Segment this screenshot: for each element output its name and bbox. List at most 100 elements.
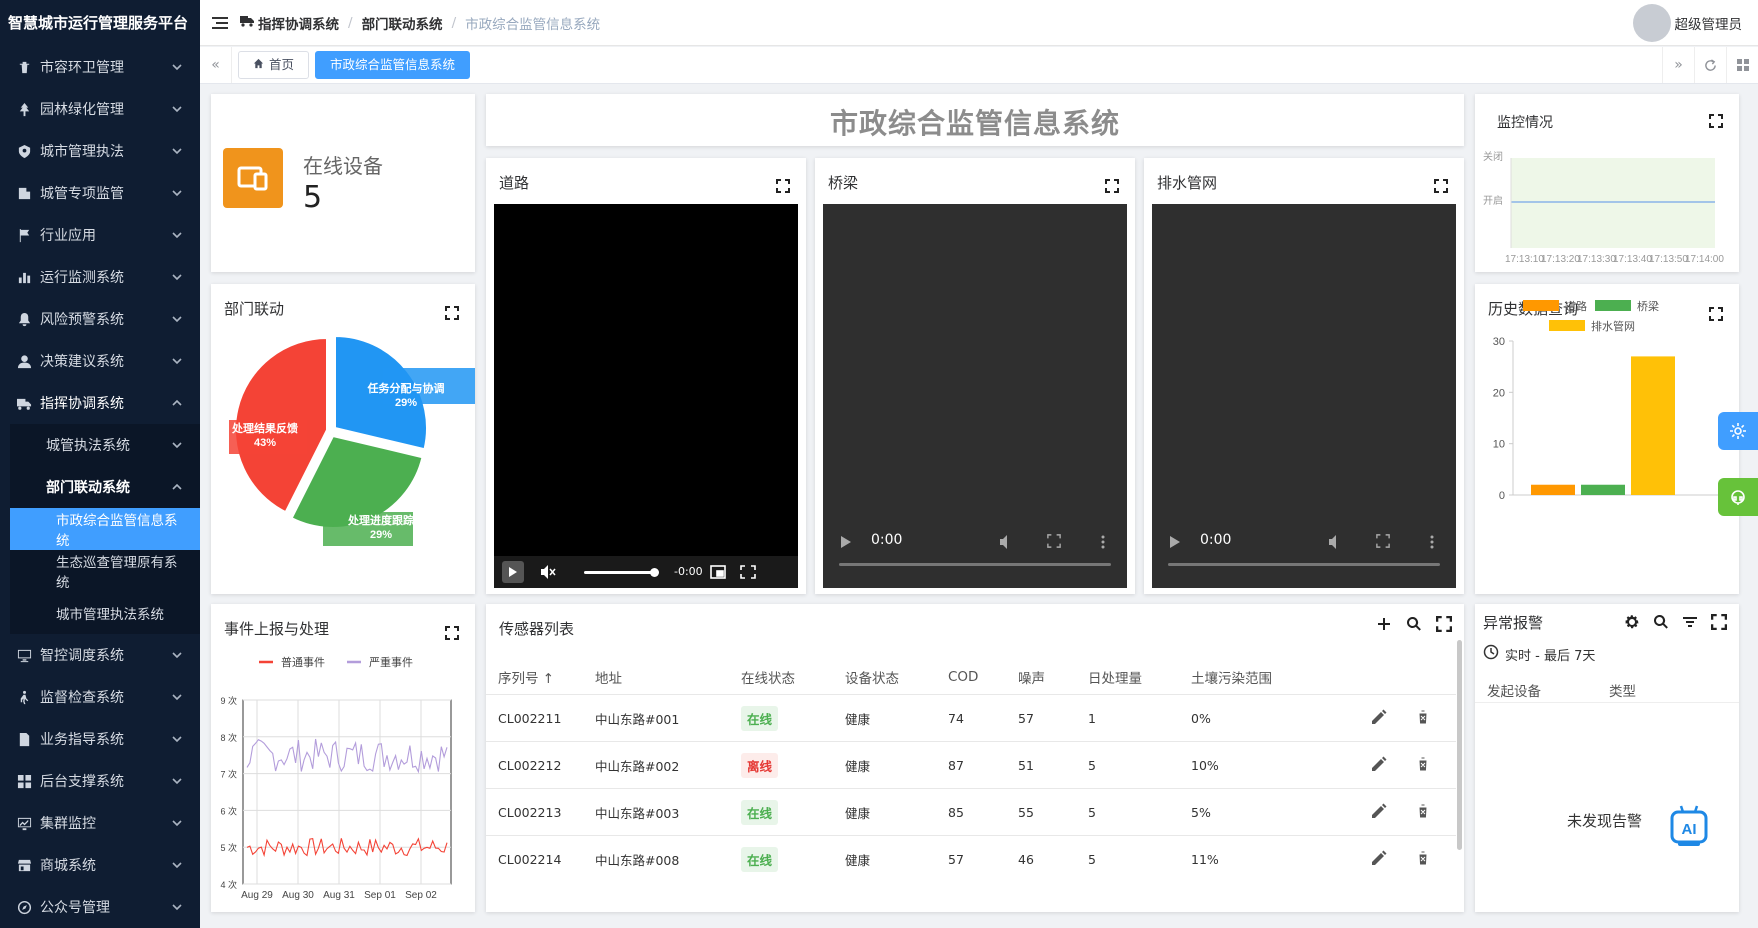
settings-float-button[interactable]: [1718, 412, 1758, 450]
delete-icon[interactable]: [1414, 755, 1432, 776]
cell-device-status: 健康: [845, 711, 871, 727]
delete-icon[interactable]: [1414, 802, 1432, 823]
sidebar-item[interactable]: 公众号管理: [0, 886, 200, 928]
video-progress-bar[interactable]: [839, 563, 1111, 566]
sidebar-item[interactable]: 城管专项监管: [0, 172, 200, 214]
sidebar-item[interactable]: 后台支撑系统: [0, 760, 200, 802]
chevron-down-icon: [172, 104, 182, 114]
video-player[interactable]: 0:00: [1152, 204, 1456, 588]
alarm-col-header[interactable]: 类型: [1609, 680, 1636, 700]
fullscreen-icon[interactable]: [1434, 179, 1448, 193]
sidebar-item[interactable]: 风险预警系统: [0, 298, 200, 340]
col-header[interactable]: COD: [948, 669, 1018, 685]
sidebar-subsubitem[interactable]: 生态巡查管理原有系统: [10, 550, 200, 592]
table-row[interactable]: CL002213 中山东路#003 在线 健康 85 55 5 5%: [486, 788, 1456, 835]
search-icon[interactable]: [1406, 616, 1422, 636]
col-header[interactable]: 地址: [595, 667, 741, 687]
more-options-icon[interactable]: [1424, 534, 1440, 550]
sort-asc-icon[interactable]: ↑: [543, 671, 554, 687]
delete-icon[interactable]: [1414, 849, 1432, 870]
sidebar-item[interactable]: 市容环卫管理: [0, 46, 200, 88]
tag-active[interactable]: 市政综合监管信息系统: [315, 51, 471, 79]
picture-in-picture-icon[interactable]: [710, 565, 726, 579]
tag-home[interactable]: 首页: [238, 51, 310, 79]
scroll-left-icon[interactable]: «: [200, 47, 232, 83]
filter-icon[interactable]: [1682, 614, 1698, 634]
col-header[interactable]: 土壤污染范围: [1191, 667, 1341, 687]
sidebar-subsubitem-active[interactable]: 市政综合监管信息系统: [10, 508, 200, 550]
edit-icon[interactable]: [1370, 802, 1388, 823]
y-tick-label: 10: [1493, 439, 1505, 451]
video-player[interactable]: -0:00: [494, 204, 798, 588]
user-menu[interactable]: 超级管理员: [1632, 4, 1743, 42]
tag-active-label: 市政综合监管信息系统: [330, 57, 456, 72]
username[interactable]: 超级管理员: [1675, 13, 1743, 33]
bar[interactable]: [1631, 356, 1675, 495]
scroll-right-icon[interactable]: »: [1662, 47, 1694, 83]
bar[interactable]: [1581, 484, 1625, 495]
add-icon[interactable]: [1376, 616, 1392, 636]
video-progress-bar[interactable]: [1168, 563, 1440, 566]
table-row[interactable]: CL002212 中山东路#002 离线 健康 87 51 5 10%: [486, 741, 1456, 788]
video-fullscreen-icon[interactable]: [740, 565, 756, 579]
sidebar-item[interactable]: 行业应用: [0, 214, 200, 256]
play-icon[interactable]: [1170, 536, 1180, 548]
edit-icon[interactable]: [1370, 849, 1388, 870]
gear-icon[interactable]: [1624, 614, 1640, 634]
avatar[interactable]: [1632, 4, 1671, 42]
col-header[interactable]: 在线状态: [741, 667, 845, 687]
table-row[interactable]: CL002211 中山东路#001 在线 健康 74 57 1 0%: [486, 694, 1456, 741]
col-header[interactable]: 设备状态: [845, 667, 948, 687]
ai-robot-icon[interactable]: AI: [1669, 804, 1709, 854]
play-icon[interactable]: [502, 561, 524, 583]
video-player[interactable]: 0:00: [823, 204, 1127, 588]
alarm-range[interactable]: 实时 - 最后 7天: [1483, 644, 1595, 664]
alarm-range-label: 实时 - 最后 7天: [1505, 648, 1596, 664]
sidebar-subitem[interactable]: 部门联动系统: [10, 466, 200, 508]
col-header[interactable]: 日处理量: [1088, 667, 1191, 687]
volume-icon[interactable]: [999, 534, 1015, 550]
grid-icon[interactable]: [1726, 47, 1758, 83]
mute-icon[interactable]: [540, 564, 556, 580]
volume-icon[interactable]: [1328, 534, 1344, 550]
bar[interactable]: [1531, 484, 1575, 495]
alarm-col-header[interactable]: 发起设备: [1487, 680, 1541, 700]
col-header[interactable]: 噪声: [1018, 667, 1088, 687]
refresh-icon[interactable]: [1694, 47, 1726, 83]
sidebar-item[interactable]: 集群监控: [0, 802, 200, 844]
table-row[interactable]: CL002214 中山东路#008 在线 健康 57 46 5 11%: [486, 835, 1456, 882]
play-icon[interactable]: [841, 536, 851, 548]
fullscreen-icon[interactable]: [776, 179, 790, 193]
fullscreen-icon[interactable]: [1436, 616, 1452, 636]
monitor-icon: [16, 647, 32, 663]
sidebar-item[interactable]: 商城系统: [0, 844, 200, 886]
sidebar-item[interactable]: 园林绿化管理: [0, 88, 200, 130]
scrollbar[interactable]: [1457, 640, 1462, 850]
delete-icon[interactable]: [1414, 708, 1432, 729]
sidebar-item-label: 园林绿化管理: [40, 102, 124, 118]
col-header[interactable]: 序列号 ↑: [498, 667, 595, 687]
edit-icon[interactable]: [1370, 708, 1388, 729]
support-float-button[interactable]: [1718, 478, 1758, 516]
video-fullscreen-icon[interactable]: [1047, 534, 1063, 550]
more-options-icon[interactable]: [1095, 534, 1111, 550]
sidebar-item[interactable]: 指挥协调系统: [0, 382, 200, 424]
video-fullscreen-icon[interactable]: [1376, 534, 1392, 550]
sidebar-item[interactable]: 智控调度系统: [0, 634, 200, 676]
sidebar-item[interactable]: 运行监测系统: [0, 256, 200, 298]
hamburger-icon[interactable]: [200, 16, 240, 30]
sidebar-item[interactable]: 城市管理执法: [0, 130, 200, 172]
breadcrumb-item[interactable]: 指挥协调系统: [258, 13, 339, 33]
edit-icon[interactable]: [1370, 755, 1388, 776]
sidebar-item[interactable]: 监督检查系统: [0, 676, 200, 718]
fullscreen-icon[interactable]: [1711, 614, 1727, 634]
sidebar-subitem[interactable]: 城管执法系统: [10, 424, 200, 466]
volume-slider[interactable]: [584, 568, 659, 577]
cell-address: 中山东路#008: [595, 852, 680, 868]
breadcrumb-item[interactable]: 部门联动系统: [362, 13, 443, 33]
sidebar-item[interactable]: 决策建议系统: [0, 340, 200, 382]
search-icon[interactable]: [1653, 614, 1669, 634]
fullscreen-icon[interactable]: [1105, 179, 1119, 193]
sidebar-subsubitem[interactable]: 城市管理执法系统: [10, 592, 200, 634]
sidebar-item[interactable]: 业务指导系统: [0, 718, 200, 760]
